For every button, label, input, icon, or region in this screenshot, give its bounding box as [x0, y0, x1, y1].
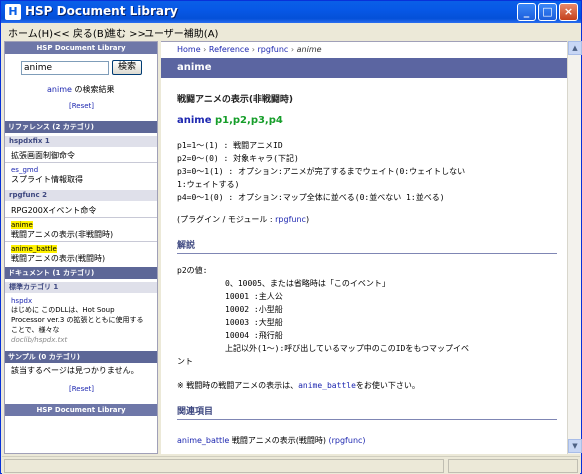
- section-related: 関連項目: [177, 404, 557, 420]
- syntax: anime p1,p2,p3,p4: [177, 115, 283, 126]
- anime-battle-code[interactable]: anime_battle: [298, 381, 356, 390]
- section-description: 解説: [177, 238, 557, 254]
- maximize-icon[interactable]: □: [538, 3, 557, 21]
- crumb-reference[interactable]: Reference: [209, 45, 249, 54]
- category-hspdxfix[interactable]: hspdxfix 1: [5, 136, 157, 147]
- sidebar: HSP Document Library anime 検索 anime の検索結…: [4, 41, 158, 454]
- menu-bar: ホーム(H) << 戻る(B) 進む >> ユーザー補助(A): [2, 23, 580, 40]
- divider: [5, 162, 157, 163]
- category-rpgfunc[interactable]: rpgfunc 2: [5, 190, 157, 201]
- reset-link-2[interactable]: [Reset]: [69, 385, 94, 393]
- reset-link[interactable]: [Reset]: [69, 102, 94, 110]
- menu-accessibility[interactable]: ユーザー補助(A): [144, 25, 218, 40]
- app-icon: H: [5, 4, 21, 20]
- es-gmd-link[interactable]: es_gmd: [11, 166, 38, 174]
- app-window: H HSP Document Library _ □ × ホーム(H) << 戻…: [0, 0, 582, 474]
- section-reference: リファレンス (2 カテゴリ): [5, 121, 157, 133]
- anime-link[interactable]: anime: [11, 221, 33, 229]
- desc-line: 10004 :飛行船: [225, 331, 283, 340]
- sidebar-header: HSP Document Library: [5, 42, 157, 54]
- param-line: p1=1～(1) : 戦闘アニメID: [177, 141, 283, 150]
- desc-line: 0、10005、または省略時は「このイベント」: [225, 279, 390, 288]
- divider: [5, 217, 157, 218]
- doc-text-1: はじめに このDLLは、Hot Soup: [11, 306, 115, 314]
- related-category[interactable]: (rpgfunc): [328, 436, 365, 445]
- breadcrumb: Home › Reference › rpgfunc › anime: [177, 45, 322, 54]
- sample-none: 該当するページは見つかりません。: [11, 366, 139, 375]
- rpgfunc-desc: RPG200Xイベント命令: [11, 206, 97, 215]
- crumb-current: anime: [296, 45, 322, 54]
- param-line: 1:ウェイトする): [177, 180, 240, 189]
- plugin-note: (プラグイン / モジュール : rpgfunc): [177, 215, 310, 224]
- search-result-title: anime の検索結果: [47, 85, 115, 94]
- search-button[interactable]: 検索: [112, 60, 142, 75]
- page-header: anime: [161, 58, 567, 78]
- status-bar: [2, 456, 580, 474]
- desc-line: ント: [177, 357, 193, 366]
- menu-forward[interactable]: 進む >>: [106, 25, 146, 40]
- es-gmd-desc: スプライト情報取得: [11, 175, 83, 184]
- hspdx-link[interactable]: hspdx: [11, 297, 32, 305]
- anime-battle-desc: 戦闘アニメの表示(戦闘時): [11, 254, 106, 263]
- hspdxfix-desc: 拡張画面制御命令: [11, 151, 75, 160]
- title-bar[interactable]: H HSP Document Library _ □ ×: [1, 1, 581, 23]
- anime-desc: 戦闘アニメの表示(非戦闘時): [11, 230, 114, 239]
- content-pane: Home › Reference › rpgfunc › anime anime…: [161, 41, 567, 454]
- minimize-icon[interactable]: _: [517, 3, 536, 21]
- related-link[interactable]: anime_battle: [177, 436, 229, 445]
- search-input[interactable]: anime: [21, 61, 109, 75]
- doc-path: doclib/hspdx.txt: [11, 336, 68, 344]
- close-icon[interactable]: ×: [559, 3, 578, 21]
- param-line: p2=0～(0) : 対象キャラ(下記): [177, 154, 299, 163]
- battle-note: ※ 戦闘時の戦闘アニメの表示は、anime_battleをお使い下さい。: [177, 381, 420, 390]
- desc-line: 10002 :小型船: [225, 305, 283, 314]
- desc-line: p2の値:: [177, 266, 208, 275]
- section-sample: サンプル (0 カテゴリ): [5, 351, 157, 363]
- section-document: ドキュメント (1 カテゴリ): [5, 267, 157, 279]
- window-title: HSP Document Library: [25, 4, 178, 18]
- category-standard[interactable]: 標準カテゴリ 1: [5, 282, 157, 293]
- crumb-home[interactable]: Home: [177, 45, 201, 54]
- vertical-scrollbar[interactable]: ▲ ▼: [567, 41, 582, 454]
- anime-battle-link[interactable]: anime_battle: [11, 245, 57, 253]
- status-cell: [448, 459, 578, 473]
- menu-home[interactable]: ホーム(H): [8, 25, 53, 40]
- desc-line: 上記以外(1～):呼び出しているマップ中のこのIDをもつマップイベ: [225, 344, 470, 353]
- scroll-up-icon[interactable]: ▲: [568, 41, 582, 55]
- doc-text-3: ことで、様々な: [11, 326, 60, 334]
- doc-text-2: Processor ver.3 の拡張とともに使用する: [11, 316, 144, 324]
- param-line: p3=0～1(1) : オプション:アニメが完了するまでウェイト(0:ウェイトし…: [177, 167, 466, 176]
- divider: [5, 241, 157, 242]
- param-line: p4=0～1(0) : オプション:マップ全体に並べる(0:並べない 1:並べる…: [177, 193, 445, 202]
- plugin-link[interactable]: rpgfunc: [275, 215, 306, 224]
- page-title: 戦闘アニメの表示(非戦闘時): [177, 95, 294, 105]
- menu-back[interactable]: << 戻る(B): [53, 25, 108, 40]
- related-item: anime_battle 戦闘アニメの表示(戦闘時) (rpgfunc): [177, 436, 366, 445]
- desc-line: 10003 :大型船: [225, 318, 283, 327]
- crumb-category[interactable]: rpgfunc: [258, 45, 289, 54]
- sidebar-footer: HSP Document Library: [5, 404, 157, 416]
- desc-line: 10001 :主人公: [225, 292, 283, 301]
- scroll-down-icon[interactable]: ▼: [568, 439, 582, 453]
- status-cell: [4, 459, 444, 473]
